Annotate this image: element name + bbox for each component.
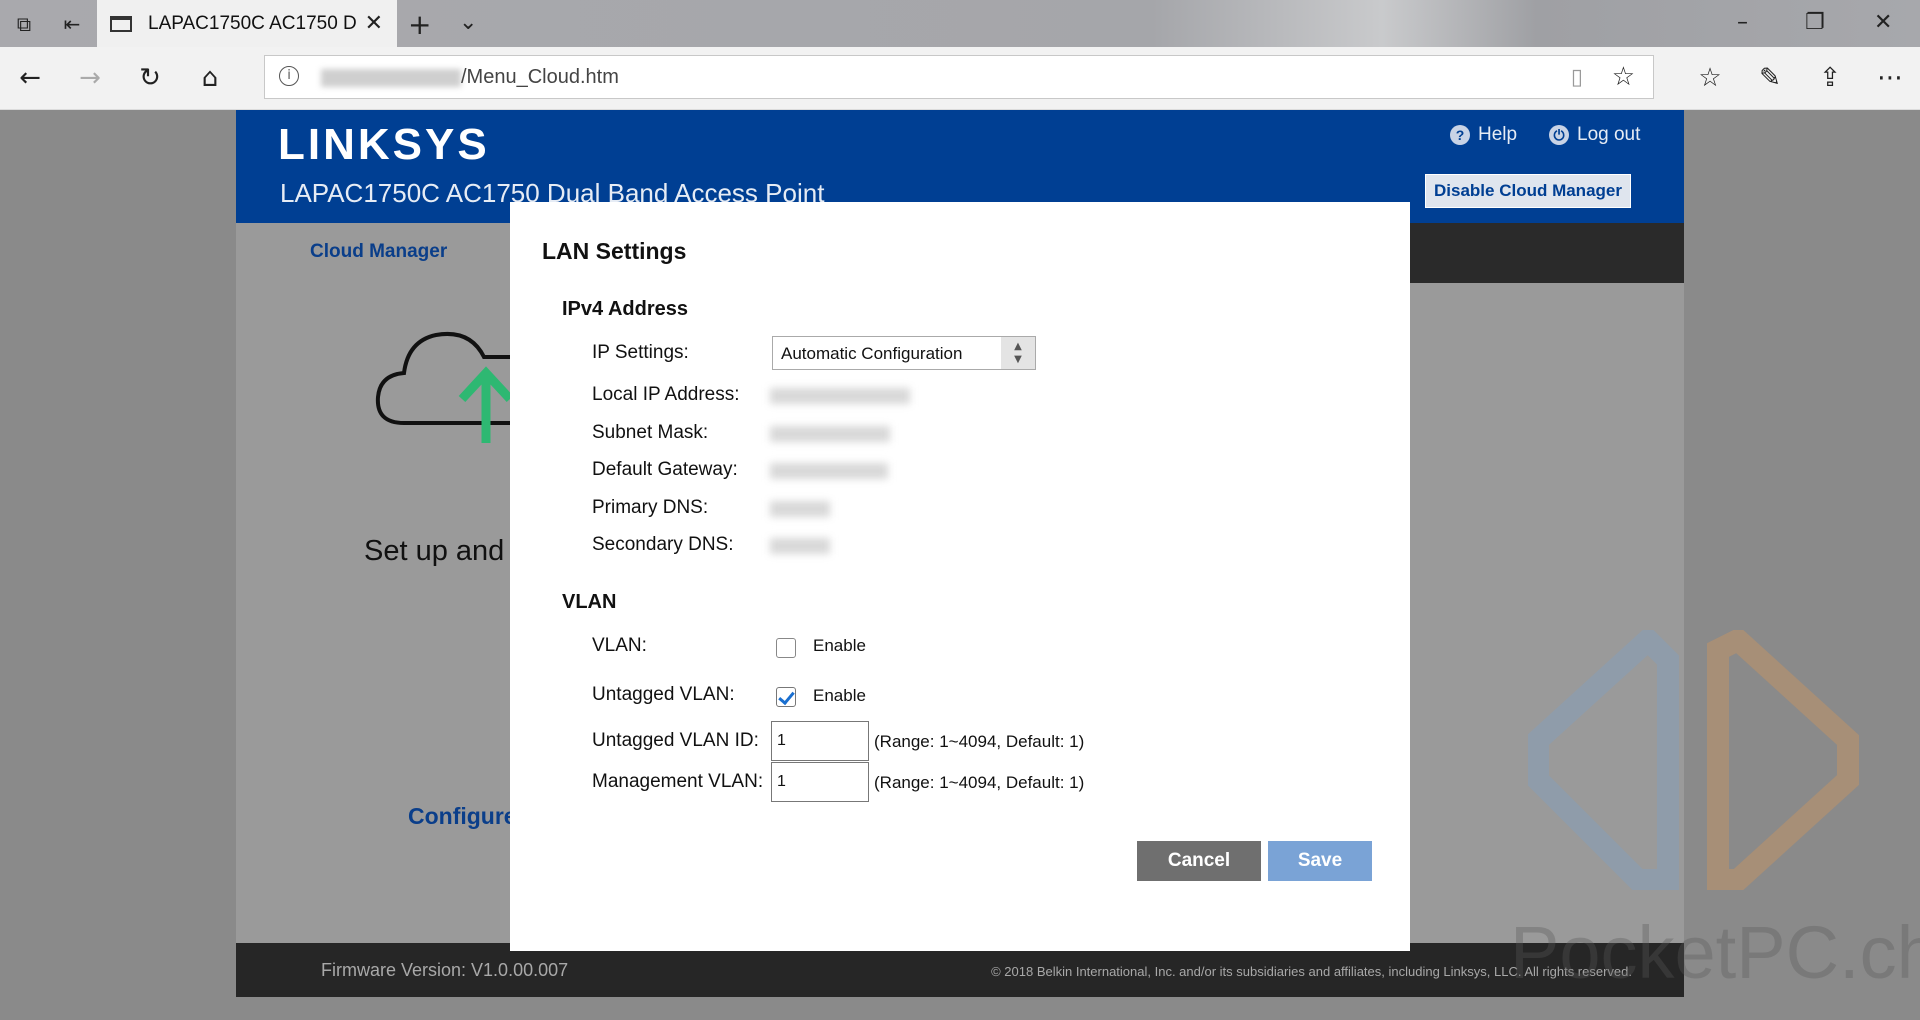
local-ip-value-redacted: [770, 388, 910, 404]
favorites-icon[interactable]: ☆: [1692, 60, 1728, 96]
firmware-version: Firmware Version: V1.0.00.007: [321, 960, 569, 980]
menu-item-cloud-manager[interactable]: Cloud Manager: [310, 241, 447, 263]
logout-label: Log out: [1577, 124, 1641, 145]
vlan-enable-label: Enable: [813, 636, 866, 655]
local-ip-label: Local IP Address:: [592, 384, 740, 405]
browser-tab-bar: ⧉ ⇤ LAPAC1750C AC1750 D ✕ + ⌄ – ❐ ✕: [0, 0, 1920, 47]
url-path: /Menu_Cloud.htm: [461, 66, 619, 88]
pen-icon[interactable]: ✎: [1752, 60, 1788, 96]
configure-link[interactable]: Configure: [408, 803, 517, 830]
home-icon[interactable]: ⌂: [192, 60, 228, 96]
tab-manager-icon[interactable]: ⧉: [8, 8, 40, 40]
browser-nav-bar: ← → ↻ ⌂ i /Menu_Cloud.htm ▯ ☆ ☆ ✎ ⇪ ⋯: [0, 47, 1920, 110]
ip-settings-value: Automatic Configuration: [781, 344, 963, 363]
vlan-heading: VLAN: [562, 591, 617, 613]
favorite-star-icon[interactable]: ☆: [1612, 62, 1635, 92]
tab-title: LAPAC1750C AC1750 D: [148, 12, 357, 34]
more-icon[interactable]: ⋯: [1872, 60, 1908, 96]
forward-icon[interactable]: →: [72, 60, 108, 96]
untagged-vlan-enable-label: Enable: [813, 686, 866, 705]
subnet-mask-label: Subnet Mask:: [592, 422, 709, 443]
untagged-vlan-label: Untagged VLAN:: [592, 684, 735, 705]
untagged-vlan-id-range: (Range: 1~4094, Default: 1): [874, 732, 1085, 751]
management-vlan-range: (Range: 1~4094, Default: 1): [874, 773, 1085, 792]
select-arrows-icon: ▲ ▼: [1001, 337, 1035, 369]
watermark-text: PocketPC.ch: [1510, 911, 1920, 994]
primary-dns-label: Primary DNS:: [592, 497, 709, 518]
new-tab-icon[interactable]: +: [408, 8, 431, 41]
pocketpc-watermark-logo: [1528, 630, 1859, 890]
dialog-title: LAN Settings: [542, 238, 687, 264]
ipv4-heading: IPv4 Address: [562, 298, 688, 320]
vlan-enable-checkbox[interactable]: [776, 638, 796, 658]
chevron-down-icon[interactable]: ⌄: [459, 10, 477, 35]
share-icon[interactable]: ⇪: [1812, 60, 1848, 96]
info-icon[interactable]: i: [279, 66, 299, 86]
ip-settings-select[interactable]: Automatic Configuration ▲ ▼: [772, 336, 1036, 370]
page-icon: [110, 15, 132, 32]
untagged-vlan-id-label: Untagged VLAN ID:: [592, 730, 759, 751]
blurred-host: [321, 69, 461, 87]
vlan-label: VLAN:: [592, 635, 647, 656]
management-vlan-input[interactable]: [771, 762, 869, 802]
restore-icon[interactable]: ❐: [1805, 10, 1825, 35]
untagged-vlan-enable-checkbox[interactable]: [776, 687, 796, 707]
set-tabs-aside-icon[interactable]: ⇤: [56, 8, 88, 40]
help-link[interactable]: ? Help: [1450, 124, 1517, 146]
primary-dns-value-redacted: [770, 501, 830, 517]
linksys-logo: LINKSYS: [278, 120, 490, 169]
help-icon: ?: [1450, 125, 1470, 145]
refresh-icon[interactable]: ↻: [132, 60, 168, 96]
cancel-button[interactable]: Cancel: [1137, 841, 1261, 881]
close-window-icon[interactable]: ✕: [1874, 10, 1892, 35]
ip-settings-label: IP Settings:: [592, 342, 689, 363]
page-background-bottom: [0, 997, 1920, 1020]
reading-view-icon[interactable]: ▯: [1571, 65, 1583, 90]
management-vlan-label: Management VLAN:: [592, 771, 764, 792]
page-background-left: [0, 110, 236, 1020]
save-button[interactable]: Save: [1268, 841, 1372, 881]
secondary-dns-value-redacted: [770, 538, 830, 554]
default-gateway-value-redacted: [770, 463, 888, 479]
secondary-dns-label: Secondary DNS:: [592, 534, 734, 555]
logout-link[interactable]: ⏻ Log out: [1549, 124, 1640, 146]
address-bar[interactable]: i /Menu_Cloud.htm ▯ ☆: [264, 55, 1654, 99]
default-gateway-label: Default Gateway:: [592, 459, 738, 480]
setup-text: Set up and: [364, 535, 505, 567]
subnet-mask-value-redacted: [770, 426, 890, 442]
page-footer: Firmware Version: V1.0.00.007 © 2018 Bel…: [236, 943, 1684, 997]
untagged-vlan-id-input[interactable]: [771, 721, 869, 761]
help-label: Help: [1478, 124, 1518, 145]
lock-icon: ⏻: [1549, 125, 1569, 145]
back-icon[interactable]: ←: [12, 60, 48, 96]
lan-settings-dialog: LAN Settings IPv4 Address IP Settings: A…: [510, 202, 1410, 951]
disable-cloud-manager-button[interactable]: Disable Cloud Manager: [1425, 174, 1631, 208]
browser-tab[interactable]: LAPAC1750C AC1750 D ✕: [97, 0, 397, 47]
close-tab-icon[interactable]: ✕: [365, 11, 383, 36]
minimize-icon[interactable]: –: [1737, 10, 1748, 35]
